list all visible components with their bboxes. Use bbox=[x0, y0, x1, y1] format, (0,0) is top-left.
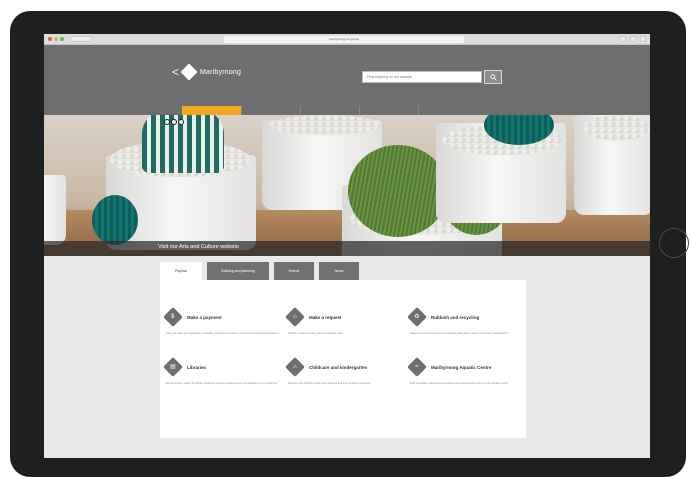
book-icon: ▤ bbox=[163, 357, 183, 377]
hero-cactus-eyes bbox=[164, 119, 184, 125]
card-description: Request an extra bin, book a hard waste … bbox=[410, 332, 510, 335]
hero-pot bbox=[44, 175, 66, 245]
logo-arrow-icon: < bbox=[172, 65, 180, 79]
card-libraries[interactable]: ▤ Libraries Borrow books, search the lib… bbox=[163, 357, 286, 386]
tabs-button[interactable] bbox=[630, 36, 636, 42]
card-maribyrnong-aquatic-centre[interactable]: ≈ Maribyrnong Aquatic Centre Find timeta… bbox=[407, 357, 530, 386]
card-title: Make a payment bbox=[187, 314, 222, 320]
hero-cactus bbox=[92, 195, 138, 245]
card-description: Pay your rates, pet registration, bookab… bbox=[166, 332, 280, 335]
search-input[interactable]: Find anything on our website bbox=[362, 71, 482, 83]
card-rubbish-and-recycling[interactable]: ♻ Rubbish and recycling Request an extra… bbox=[407, 307, 530, 336]
new-tab-button[interactable] bbox=[640, 36, 646, 42]
tab-popular[interactable]: Popular bbox=[160, 262, 202, 280]
card-description: Find timetables, classes and programs an… bbox=[410, 382, 509, 385]
browser-chrome: marbyrnong.vic.gov.au bbox=[44, 34, 650, 45]
address-bar[interactable]: marbyrnong.vic.gov.au bbox=[224, 36, 464, 43]
swim-icon: ≈ bbox=[407, 357, 427, 377]
home-icon: ⌂ bbox=[285, 307, 305, 327]
tablet-home-button[interactable] bbox=[659, 228, 689, 258]
card-description: Submit a request to the Customer Service… bbox=[288, 332, 344, 335]
card-title: Rubbish and recycling bbox=[431, 314, 480, 320]
hero-caption-bar[interactable]: Visit our Arts and Culture website bbox=[44, 241, 650, 256]
card-make-a-payment[interactable]: $ Make a payment Pay your rates, pet reg… bbox=[163, 307, 286, 336]
popular-panel: $ Make a payment Pay your rates, pet reg… bbox=[160, 280, 526, 438]
tab-events[interactable]: Events bbox=[274, 262, 314, 280]
home-icon: ⌂ bbox=[285, 357, 305, 377]
content-tabs: Popular Building and planning Events New… bbox=[160, 262, 359, 280]
card-make-a-request[interactable]: ⌂ Make a request Submit a request to the… bbox=[285, 307, 408, 336]
site-header: < Maribyrnong Find anything on our websi… bbox=[44, 45, 650, 126]
logo-diamond-icon bbox=[180, 63, 198, 81]
hero-cactus-eye bbox=[178, 119, 184, 125]
hero-pebbles bbox=[270, 115, 380, 135]
card-description: Register your child for kinder and child… bbox=[288, 382, 372, 385]
search-icon bbox=[489, 73, 497, 81]
card-childcare-and-kindergarten[interactable]: ⌂ Childcare and kindergarten Register yo… bbox=[285, 357, 408, 386]
hero-banner[interactable]: Visit our Arts and Culture website bbox=[44, 115, 650, 256]
share-button[interactable] bbox=[620, 36, 626, 42]
card-title: Make a request bbox=[309, 314, 342, 320]
hero-caption: Visit our Arts and Culture website bbox=[158, 244, 239, 250]
close-window-button[interactable] bbox=[48, 37, 52, 41]
search-button[interactable] bbox=[484, 70, 502, 84]
tab-building-and-planning[interactable]: Building and planning bbox=[207, 262, 269, 280]
back-forward-buttons[interactable] bbox=[70, 36, 92, 42]
card-title: Maribyrnong Aquatic Centre bbox=[431, 364, 492, 370]
card-title: Libraries bbox=[187, 364, 207, 370]
site-logo[interactable]: < Maribyrnong bbox=[172, 61, 282, 83]
hero-pebbles bbox=[584, 115, 650, 141]
hero-cactus-eye bbox=[164, 119, 170, 125]
card-description: Borrow books, search the library catalog… bbox=[166, 382, 278, 385]
hero-cactus-eye bbox=[171, 119, 177, 125]
dollar-icon: $ bbox=[163, 307, 183, 327]
tablet-screen: marbyrnong.vic.gov.au < Maribyrnong Find… bbox=[44, 34, 650, 458]
minimize-window-button[interactable] bbox=[54, 37, 58, 41]
card-title: Childcare and kindergarten bbox=[309, 364, 368, 370]
logo-text: Maribyrnong bbox=[200, 68, 242, 76]
hero-cactus bbox=[348, 145, 448, 237]
recycle-icon: ♻ bbox=[407, 307, 427, 327]
tab-news[interactable]: News bbox=[319, 262, 359, 280]
zoom-window-button[interactable] bbox=[60, 37, 64, 41]
